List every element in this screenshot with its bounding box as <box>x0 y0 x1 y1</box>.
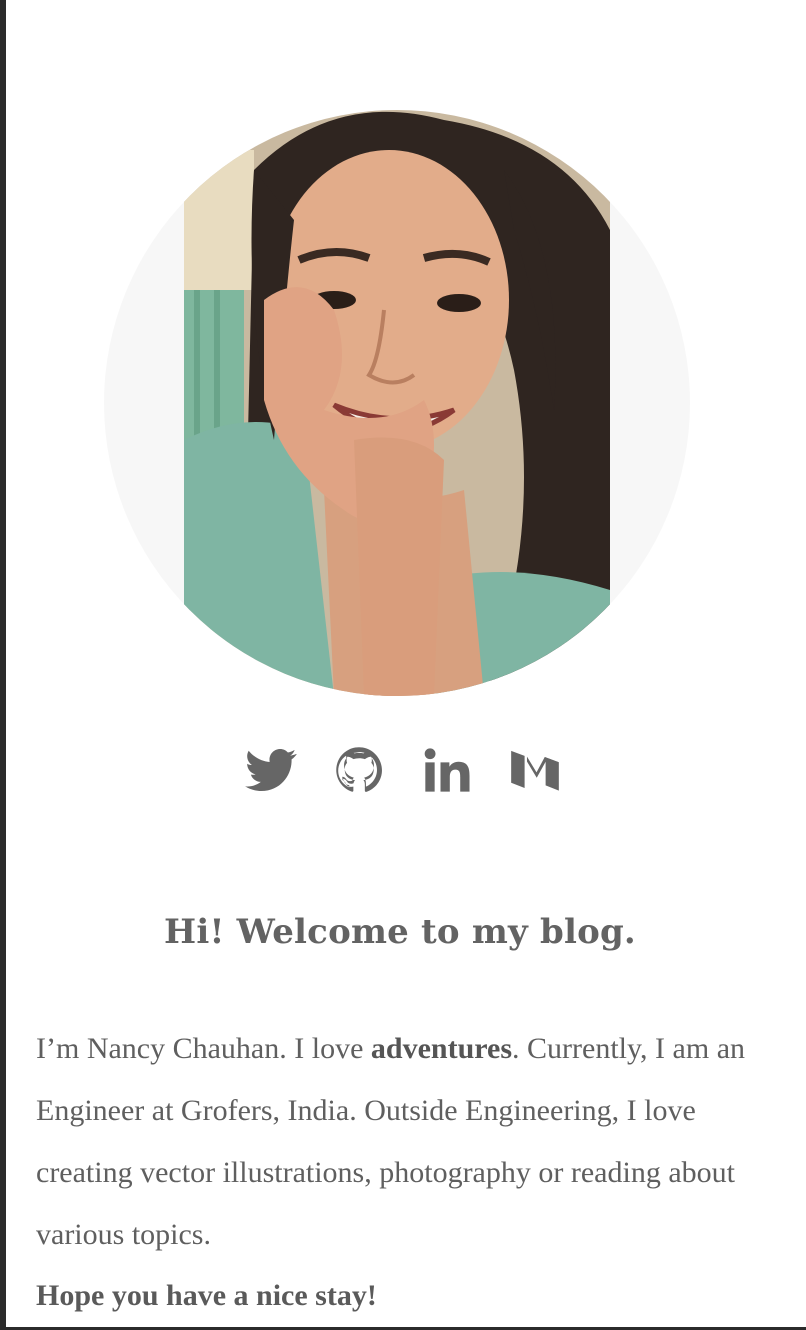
bio-paragraph: I’m Nancy Chauhan. I love adventures. Cu… <box>36 1018 776 1266</box>
github-icon <box>336 747 382 792</box>
bio-intro: I’m Nancy Chauhan. I love <box>36 1032 371 1065</box>
welcome-heading: Hi! Welcome to my blog. <box>164 912 636 952</box>
medium-link[interactable] <box>509 744 561 796</box>
closing-line: Hope you have a nice stay! <box>36 1279 377 1312</box>
linkedin-icon <box>424 748 470 792</box>
profile-photo <box>184 110 610 696</box>
social-links <box>0 744 806 800</box>
window-left-border <box>0 0 6 1330</box>
github-link[interactable] <box>333 744 385 796</box>
twitter-icon <box>245 748 297 792</box>
twitter-link[interactable] <box>245 744 297 796</box>
medium-icon <box>511 750 559 791</box>
bio-highlight: adventures <box>370 1032 513 1065</box>
linkedin-link[interactable] <box>421 744 473 796</box>
profile-avatar <box>104 110 690 696</box>
